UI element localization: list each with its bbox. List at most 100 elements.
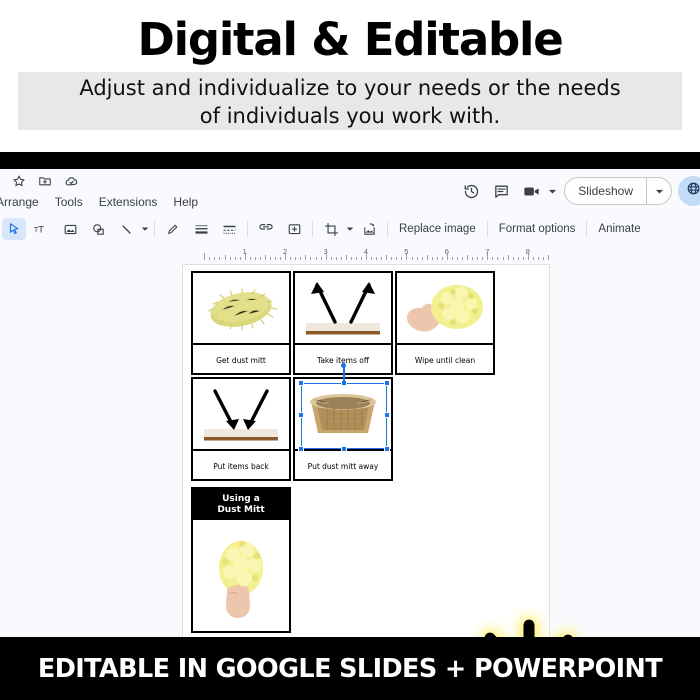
google-slides-window: Arrange Tools Extensions Help Slideshow … [0,152,700,637]
ruler-tick [315,257,317,260]
slideshow-chevron-down-icon[interactable] [647,187,671,196]
edit-toolbar: T T Replace image Format options Animate [0,216,700,242]
image-selection-box[interactable] [298,380,390,452]
ruler-tick [426,255,428,260]
textbox-tool[interactable]: T T [30,218,54,240]
card-put-dust-mitt-away[interactable]: Put dust mitt away [293,363,393,481]
ruler-tick [537,257,539,260]
menu-help[interactable]: Help [165,193,206,211]
ruler-tick [416,257,418,260]
pen-color-tool[interactable] [161,218,185,240]
menu-extensions[interactable]: Extensions [91,193,166,211]
format-options-button[interactable]: Format options [492,221,583,237]
ruler-tick [401,257,403,260]
crop-image-tool[interactable] [319,218,343,240]
star-icon[interactable] [10,172,28,190]
rotation-handle[interactable] [341,363,346,368]
resize-handle-se[interactable] [384,446,390,452]
ruler-tick [431,257,433,260]
ruler-tick [249,257,251,260]
animate-button[interactable]: Animate [591,221,647,237]
line-dash-tool[interactable] [217,218,241,240]
ruler-tick [259,257,261,260]
promo-header: Digital & Editable Adjust and individual… [0,0,700,152]
ruler-tick [457,257,458,260]
shape-tool[interactable] [86,218,110,240]
ruler-tick [381,257,383,260]
ruler-tick [512,257,514,260]
share-globe-icon [686,181,700,201]
ruler-tick [340,257,342,260]
toolbar-separator-1 [154,221,155,237]
ruler-tick [472,257,474,260]
comment-history-icon[interactable] [486,176,516,206]
ruler-tick [386,255,388,260]
ruler-tick [234,257,236,260]
line-tool-chevron-down-icon[interactable] [140,218,150,240]
version-history-icon[interactable] [456,176,486,206]
ruler-tick [376,257,378,260]
card-put-items-back[interactable]: Put items back [191,377,291,481]
card-caption: Get dust mitt [216,355,266,365]
promo-subtitle-line2: of individuals you work with. [199,104,501,128]
ruler-tick [280,257,282,260]
insert-link-tool[interactable] [254,218,278,240]
slide-canvas[interactable]: Get dust mitt Take items off Wipe until … [182,264,550,637]
ruler-tick [477,257,479,260]
promo-title: Digital & Editable [137,13,563,66]
ruler-tick [497,257,499,260]
promo-subtitle: Adjust and individualize to your needs o… [18,74,682,130]
title-card-heading-line2: Dust Mitt [217,504,265,515]
screenshot-root: Digital & Editable Adjust and individual… [0,0,700,700]
resize-handle-ne[interactable] [384,380,390,386]
line-weight-tool[interactable] [189,218,213,240]
resize-handle-s[interactable] [341,446,347,452]
replace-image-button[interactable]: Replace image [392,221,483,237]
line-tool[interactable] [114,218,138,240]
menu-tools[interactable]: Tools [47,193,91,211]
move-to-folder-icon[interactable] [36,172,54,190]
ruler-tick [310,257,312,260]
toolbar-separator-5 [486,221,488,237]
horizontal-ruler[interactable]: 1 2 3 4 5 6 7 8 [0,244,700,262]
ruler-tick [219,257,221,260]
image-tool[interactable] [58,218,82,240]
select-tool[interactable] [2,218,26,240]
mask-image-tool[interactable] [357,218,381,240]
resize-handle-e[interactable] [384,412,390,418]
crop-tool-chevron-down-icon[interactable] [345,218,355,240]
card-take-items-off[interactable]: Take items off [293,271,393,375]
join-call-camera-icon[interactable] [516,176,546,206]
svg-text:T: T [37,225,44,236]
promo-subtitle-line1: Adjust and individualize to your needs o… [79,76,621,100]
card-caption: Put items back [213,461,269,471]
ruler-tick [522,257,524,260]
promo-footer-text: EDITABLE IN GOOGLE SLIDES + POWERPOINT [37,653,663,684]
ruler-tick [502,257,504,260]
ruler-number: 2 [283,247,288,256]
card-get-dust-mitt[interactable]: Get dust mitt [191,271,291,375]
slideshow-button[interactable]: Slideshow [564,177,672,205]
ruler-tick [330,257,332,260]
share-button[interactable] [678,176,700,206]
ruler-ticks: 1 2 3 4 5 6 7 8 [182,244,550,262]
card-title-using-a-dust-mitt[interactable]: Using a Dust Mitt [191,487,291,633]
hand-with-mitt-photo [397,273,493,345]
cloud-saved-icon[interactable] [62,172,80,190]
ruler-number: 5 [404,247,409,256]
ruler-tick [290,257,292,260]
resize-handle-w[interactable] [298,412,304,418]
menu-arrange[interactable]: Arrange [0,193,47,211]
ruler-tick [224,255,226,260]
ruler-tick [492,257,494,260]
ruler-tick [214,257,216,260]
ruler-tick [264,255,266,260]
card-wipe-until-clean[interactable]: Wipe until clean [395,271,495,375]
resize-handle-sw[interactable] [298,446,304,452]
resize-handle-nw[interactable] [298,380,304,386]
ruler-tick [229,257,231,260]
window-top-black-bar [0,152,700,169]
join-call-chevron-down-icon[interactable] [546,187,558,196]
ruler-tick [421,257,423,260]
add-comment-tool[interactable] [282,218,306,240]
